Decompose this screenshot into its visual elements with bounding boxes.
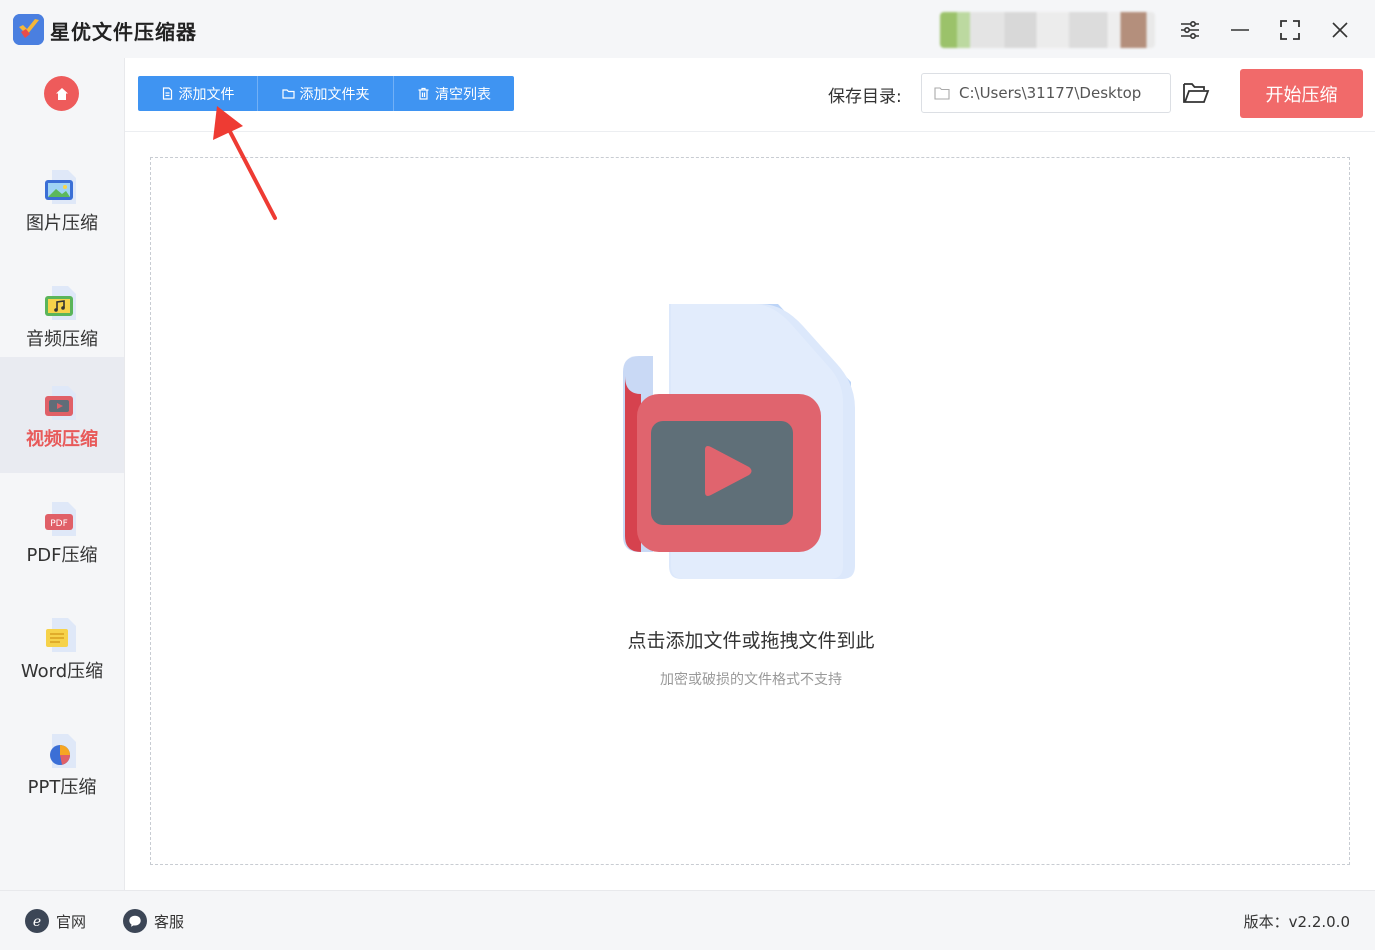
home-button[interactable] bbox=[44, 76, 79, 111]
footer: e 官网 客服 版本：v2.2.0.0 bbox=[0, 890, 1375, 950]
sidebar-item-word[interactable]: Word压缩 bbox=[0, 589, 124, 705]
sidebar-item-ppt[interactable]: PPT压缩 bbox=[0, 705, 124, 821]
drop-zone[interactable]: 点击添加文件或拖拽文件到此 加密或破损的文件格式不支持 bbox=[150, 157, 1350, 865]
sidebar-item-label: Word压缩 bbox=[20, 661, 104, 682]
add-file-button[interactable]: 添加文件 bbox=[138, 76, 258, 111]
file-button-group: 添加文件 添加文件夹 清空列表 bbox=[138, 76, 514, 111]
sidebar-item-audio[interactable]: 音频压缩 bbox=[0, 257, 124, 373]
website-icon: e bbox=[25, 909, 49, 933]
svg-text:PDF: PDF bbox=[50, 519, 68, 529]
add-folder-button[interactable]: 添加文件夹 bbox=[258, 76, 394, 111]
sidebar: 图片压缩 音频压缩 视频压缩 PDF PDF压缩 Word压缩 PPT压缩 bbox=[0, 58, 125, 890]
folder-icon bbox=[281, 89, 295, 99]
svg-text:e: e bbox=[33, 914, 41, 929]
sidebar-item-label: 图片压缩 bbox=[26, 213, 98, 234]
trash-icon bbox=[418, 87, 429, 100]
open-folder-icon[interactable] bbox=[1182, 80, 1210, 106]
sidebar-item-label: PDF压缩 bbox=[26, 545, 98, 566]
clear-list-label: 清空列表 bbox=[435, 86, 491, 103]
main-panel: 添加文件 添加文件夹 清空列表 保存目录: C:\Users\31177\Des… bbox=[125, 58, 1375, 890]
ppt-file-icon bbox=[50, 734, 76, 768]
add-folder-label: 添加文件夹 bbox=[299, 86, 370, 103]
save-dir-input[interactable]: C:\Users\31177\Desktop bbox=[921, 73, 1171, 113]
start-compress-button[interactable]: 开始压缩 bbox=[1240, 69, 1363, 118]
sidebar-item-pdf[interactable]: PDF PDF压缩 bbox=[0, 473, 124, 589]
folder-icon bbox=[934, 87, 950, 100]
image-file-icon bbox=[45, 170, 76, 204]
minimize-icon[interactable] bbox=[1224, 14, 1256, 46]
pdf-file-icon: PDF bbox=[45, 502, 76, 536]
support-link[interactable]: 客服 bbox=[123, 909, 184, 933]
chat-bubble-icon bbox=[123, 909, 147, 933]
sidebar-item-label: 音频压缩 bbox=[26, 329, 98, 350]
video-file-illustration-icon bbox=[623, 304, 855, 579]
clear-list-button[interactable]: 清空列表 bbox=[394, 76, 514, 111]
save-dir-path: C:\Users\31177\Desktop bbox=[959, 84, 1142, 102]
title-bar: 星优文件压缩器 bbox=[0, 0, 1375, 58]
sidebar-item-label: PPT压缩 bbox=[27, 777, 97, 798]
file-icon bbox=[162, 87, 172, 100]
website-link[interactable]: e 官网 bbox=[25, 909, 86, 933]
add-file-label: 添加文件 bbox=[178, 86, 235, 103]
close-icon[interactable] bbox=[1324, 14, 1356, 46]
support-label: 客服 bbox=[154, 912, 185, 931]
website-label: 官网 bbox=[56, 912, 87, 931]
sidebar-item-image[interactable]: 图片压缩 bbox=[0, 141, 124, 257]
audio-file-icon bbox=[45, 286, 76, 320]
sidebar-item-video[interactable]: 视频压缩 bbox=[0, 357, 124, 473]
drop-zone-hint: 加密或破损的文件格式不支持 bbox=[660, 672, 842, 688]
sidebar-item-label: 视频压缩 bbox=[26, 429, 98, 450]
home-icon bbox=[55, 87, 68, 100]
app-logo-icon bbox=[13, 14, 44, 45]
word-file-icon bbox=[46, 618, 76, 652]
user-avatar[interactable] bbox=[940, 12, 1155, 48]
settings-sliders-icon[interactable] bbox=[1174, 14, 1206, 46]
toolbar: 添加文件 添加文件夹 清空列表 保存目录: C:\Users\31177\Des… bbox=[125, 58, 1375, 132]
version-label: 版本：v2.2.0.0 bbox=[1243, 913, 1350, 931]
video-file-icon bbox=[45, 386, 76, 420]
app-title: 星优文件压缩器 bbox=[50, 20, 197, 44]
save-dir-label: 保存目录: bbox=[828, 87, 902, 107]
maximize-icon[interactable] bbox=[1274, 14, 1306, 46]
drop-zone-title: 点击添加文件或拖拽文件到此 bbox=[627, 630, 875, 652]
